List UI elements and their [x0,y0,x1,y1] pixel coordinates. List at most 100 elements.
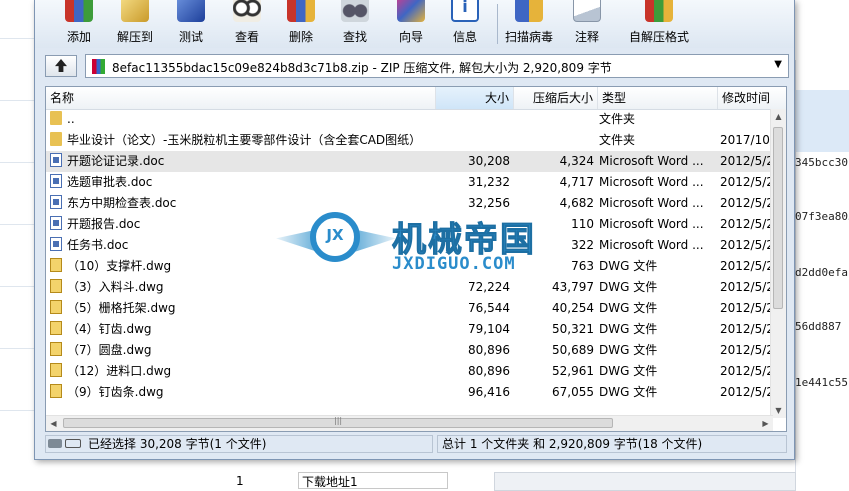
column-size[interactable]: 大小 [436,87,514,109]
file-packed-size: 4,717 [559,175,594,189]
file-type: DWG 文件 [599,301,658,315]
watermark-en-text: JXDIGUO.COM [392,254,516,274]
file-row[interactable]: （7）圆盘.dwg 80,896 50,689 DWG 文件 2012/5/2 [46,340,774,361]
watermark-badge: JX [326,226,344,244]
comment-label: 注释 [574,30,599,44]
horizontal-scrollbar[interactable]: ◀ ||| ▶ [46,415,773,431]
status-bar: 已经选择 30,208 字节(1 个文件) 总计 1 个文件夹 和 2,920,… [45,434,787,454]
up-folder-button[interactable] [45,55,77,77]
file-row[interactable]: （5）栅格托架.dwg 76,544 40,254 DWG 文件 2012/5/2 [46,298,774,319]
file-size: 79,104 [468,322,510,336]
test-button[interactable]: 测试 [163,0,219,46]
file-size: 76,544 [468,301,510,315]
file-name: 东方中期检查表.doc [67,196,177,210]
view-label: 查看 [234,30,259,44]
background-hash: d2dd0efa [795,266,848,279]
word-doc-icon [50,153,62,167]
background-hash: 345bcc30 [795,156,848,169]
column-name[interactable]: 名称 [46,87,436,109]
address-bar: 8efac11355bdac15c09e824b8d3c71b8.zip - Z… [45,52,789,82]
toolbar: 添加 解压到 测试 查看 删除 查找 向导 i 信息 扫描病毒 注释 自解压格式 [35,0,794,48]
file-type: DWG 文件 [599,343,658,357]
add-books-icon [65,0,93,22]
file-row[interactable]: 开题论证记录.doc 30,208 4,324 Microsoft Word ... 2… [46,151,774,172]
virus-scan-button[interactable]: 扫描病毒 [501,0,557,46]
file-size: 80,896 [468,364,510,378]
file-name: 开题报告.doc [67,217,141,231]
file-type: DWG 文件 [599,385,658,399]
file-type: Microsoft Word ... [599,175,704,189]
file-row[interactable]: （12）进料口.dwg 80,896 52,961 DWG 文件 2012/5/2 [46,361,774,382]
watermark-logo: JX 机械帝国 JXDIGUO.COM [276,206,576,282]
delete-icon [287,0,315,22]
comment-button[interactable]: 注释 [559,0,615,46]
dwg-file-icon [50,258,62,272]
file-type: DWG 文件 [599,259,658,273]
file-name: （9）钉齿条.dwg [67,385,164,399]
gear-icon: JX [310,212,360,262]
delete-button[interactable]: 删除 [273,0,329,46]
delete-label: 删除 [288,30,313,44]
view-button[interactable]: 查看 [219,0,275,46]
file-packed-size [516,109,594,130]
toolbar-separator [497,4,498,44]
file-name: .. [67,112,75,126]
background-download-link[interactable]: 下载地址1 [298,472,448,489]
file-row[interactable]: （4）钉齿.dwg 79,104 50,321 DWG 文件 2012/5/2 [46,319,774,340]
file-type: Microsoft Word ... [599,217,704,231]
file-row[interactable]: 毕业设计（论文）-玉米脱粒机主要零部件设计（含全套CAD图纸） 文件夹 2017/1… [46,130,774,151]
scroll-right-icon[interactable]: ▶ [758,416,773,431]
column-modified[interactable]: 修改时间 [718,87,786,109]
dwg-file-icon [50,384,62,398]
file-row[interactable]: 选题审批表.doc 31,232 4,717 Microsoft Word ... 20… [46,172,774,193]
file-row[interactable]: .. 文件夹 [46,109,773,130]
file-packed-size: 40,254 [552,301,594,315]
info-button[interactable]: i 信息 [437,0,493,46]
file-packed-size: 67,055 [552,385,594,399]
file-packed-size: 52,961 [552,364,594,378]
column-size-label: 大小 [484,91,509,105]
vertical-scrollbar[interactable]: ▲ ▼ [770,109,786,418]
horizontal-scroll-thumb[interactable]: ||| [63,416,613,428]
scroll-down-icon[interactable]: ▼ [771,403,786,418]
column-packed[interactable]: 压缩后大小 [514,87,598,109]
wizard-label: 向导 [398,30,423,44]
scroll-left-icon[interactable]: ◀ [46,416,61,431]
file-size: 96,416 [468,385,510,399]
info-icon: i [451,0,479,22]
find-button[interactable]: 查找 [327,0,383,46]
file-name: （3）入料斗.dwg [67,280,164,294]
dwg-file-icon [50,363,62,377]
file-type: 文件夹 [599,112,636,126]
word-doc-icon [50,237,62,251]
file-size: 80,896 [468,343,510,357]
scroll-up-icon[interactable]: ▲ [771,109,786,124]
extract-to-button[interactable]: 解压到 [107,0,163,46]
wizard-button[interactable]: 向导 [383,0,439,46]
background-hash: 1e441c55 [795,376,848,389]
file-packed-size [516,130,594,151]
add-button[interactable]: 添加 [51,0,107,46]
test-label: 测试 [178,30,203,44]
word-doc-icon [50,174,62,188]
column-type[interactable]: 类型 [598,87,718,109]
file-type: DWG 文件 [599,322,658,336]
vertical-scroll-thumb[interactable] [773,127,783,309]
file-type: Microsoft Word ... [599,154,704,168]
status-total-text: 总计 1 个文件夹 和 2,920,809 字节(18 个文件) [437,435,787,453]
folder-icon [50,111,62,125]
file-size: 30,208 [468,154,510,168]
status-selection: 已经选择 30,208 字节(1 个文件) [45,435,433,453]
background-row-number: 1 [236,474,244,488]
file-name: （12）进料口.dwg [67,364,172,378]
sfx-button[interactable]: 自解压格式 [621,0,697,46]
file-name: （4）钉齿.dwg [67,322,152,336]
archive-path-dropdown[interactable]: 8efac11355bdac15c09e824b8d3c71b8.zip - Z… [85,54,789,78]
comment-icon [573,0,601,22]
chevron-down-icon[interactable]: ▼ [774,59,782,70]
file-row[interactable]: （9）钉齿条.dwg 96,416 67,055 DWG 文件 2012/5/2 [46,382,774,403]
virus-scan-icon [515,0,543,22]
background-download-row: 1 下载地址1 [230,470,796,491]
find-binoculars-icon [341,0,369,22]
file-name: 选题审批表.doc [67,175,153,189]
